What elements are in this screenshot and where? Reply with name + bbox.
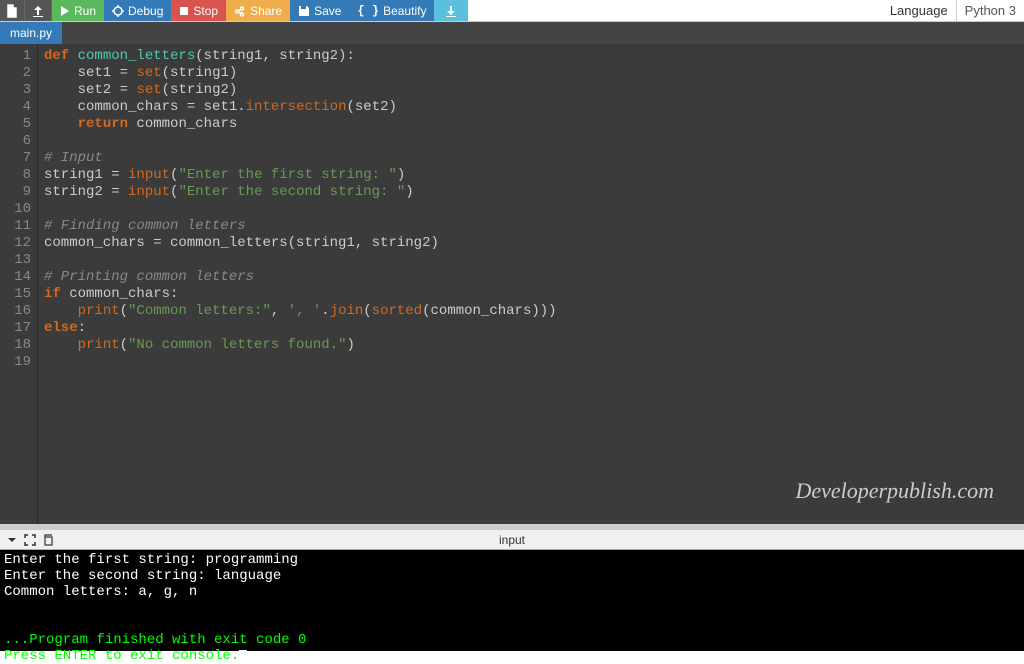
line-number: 11 [4, 218, 31, 235]
beautify-label: Beautify [383, 4, 426, 18]
code-line[interactable]: if common_chars: [44, 286, 1018, 303]
cursor [239, 650, 247, 664]
code-area[interactable]: def common_letters(string1, string2): se… [38, 44, 1024, 524]
copy-icon[interactable] [42, 534, 54, 546]
code-line[interactable]: set1 = set(string1) [44, 65, 1018, 82]
stop-label: Stop [193, 4, 218, 18]
save-icon [298, 5, 310, 17]
save-button[interactable]: Save [290, 0, 349, 21]
chevron-down-icon[interactable] [6, 534, 18, 546]
share-label: Share [250, 4, 282, 18]
upload-icon [31, 4, 45, 18]
file-icon [6, 4, 18, 18]
console-line: Press ENTER to exit console. [4, 648, 1020, 664]
expand-icon[interactable] [24, 534, 36, 546]
line-number: 10 [4, 201, 31, 218]
line-number: 18 [4, 337, 31, 354]
stop-icon [179, 6, 189, 16]
tab-bar: main.py [0, 22, 1024, 44]
code-line[interactable]: def common_letters(string1, string2): [44, 48, 1018, 65]
gutter: 12345678910111213141516171819 [0, 44, 38, 524]
line-number: 12 [4, 235, 31, 252]
debug-button[interactable]: Debug [104, 0, 171, 21]
code-line[interactable]: # Printing common letters [44, 269, 1018, 286]
code-line[interactable]: # Finding common letters [44, 218, 1018, 235]
watermark: Developerpublish.com [795, 478, 994, 504]
line-number: 3 [4, 82, 31, 99]
code-line[interactable]: print("No common letters found.") [44, 337, 1018, 354]
line-number: 19 [4, 354, 31, 371]
console-line: Enter the second string: language [4, 568, 1020, 584]
code-line[interactable]: print("Common letters:", ', '.join(sorte… [44, 303, 1018, 320]
console-line [4, 616, 1020, 632]
save-label: Save [314, 4, 341, 18]
console-line: Enter the first string: programming [4, 552, 1020, 568]
code-editor[interactable]: 12345678910111213141516171819 def common… [0, 44, 1024, 524]
open-file-button[interactable] [25, 0, 52, 21]
console-title: input [499, 533, 525, 547]
line-number: 1 [4, 48, 31, 65]
code-line[interactable]: return common_chars [44, 116, 1018, 133]
share-button[interactable]: Share [226, 0, 290, 21]
code-line[interactable]: common_chars = set1.intersection(set2) [44, 99, 1018, 116]
run-label: Run [74, 4, 96, 18]
code-line[interactable]: string1 = input("Enter the first string:… [44, 167, 1018, 184]
line-number: 17 [4, 320, 31, 337]
code-line[interactable] [44, 252, 1018, 269]
beautify-button[interactable]: { } Beautify [349, 0, 434, 21]
line-number: 4 [4, 99, 31, 116]
debug-icon [112, 5, 124, 17]
line-number: 7 [4, 150, 31, 167]
line-number: 15 [4, 286, 31, 303]
share-icon [234, 5, 246, 17]
line-number: 14 [4, 269, 31, 286]
debug-label: Debug [128, 4, 163, 18]
line-number: 2 [4, 65, 31, 82]
line-number: 8 [4, 167, 31, 184]
console-toolbar: input [0, 530, 1024, 550]
new-file-button[interactable] [0, 0, 25, 21]
download-button[interactable] [434, 0, 468, 21]
line-number: 16 [4, 303, 31, 320]
code-line[interactable] [44, 201, 1018, 218]
code-line[interactable]: set2 = set(string2) [44, 82, 1018, 99]
code-line[interactable]: common_chars = common_letters(string1, s… [44, 235, 1018, 252]
language-label: Language [882, 0, 956, 21]
braces-icon: { } [357, 4, 379, 18]
code-line[interactable]: string2 = input("Enter the second string… [44, 184, 1018, 201]
download-icon [444, 4, 458, 18]
line-number: 13 [4, 252, 31, 269]
console-line [4, 600, 1020, 616]
run-button[interactable]: Run [52, 0, 104, 21]
stop-button[interactable]: Stop [171, 0, 226, 21]
code-line[interactable] [44, 354, 1018, 371]
code-line[interactable]: else: [44, 320, 1018, 337]
line-number: 6 [4, 133, 31, 150]
console[interactable]: Enter the first string: programmingEnter… [0, 550, 1024, 651]
console-line: Common letters: a, g, n [4, 584, 1020, 600]
toolbar: Run Debug Stop Share Save { } Beautify L… [0, 0, 1024, 22]
play-icon [60, 6, 70, 16]
line-number: 5 [4, 116, 31, 133]
tab-main-py[interactable]: main.py [0, 22, 62, 44]
console-line: ...Program finished with exit code 0 [4, 632, 1020, 648]
code-line[interactable]: # Input [44, 150, 1018, 167]
line-number: 9 [4, 184, 31, 201]
code-line[interactable] [44, 133, 1018, 150]
language-select[interactable]: Python 3 [956, 0, 1024, 21]
